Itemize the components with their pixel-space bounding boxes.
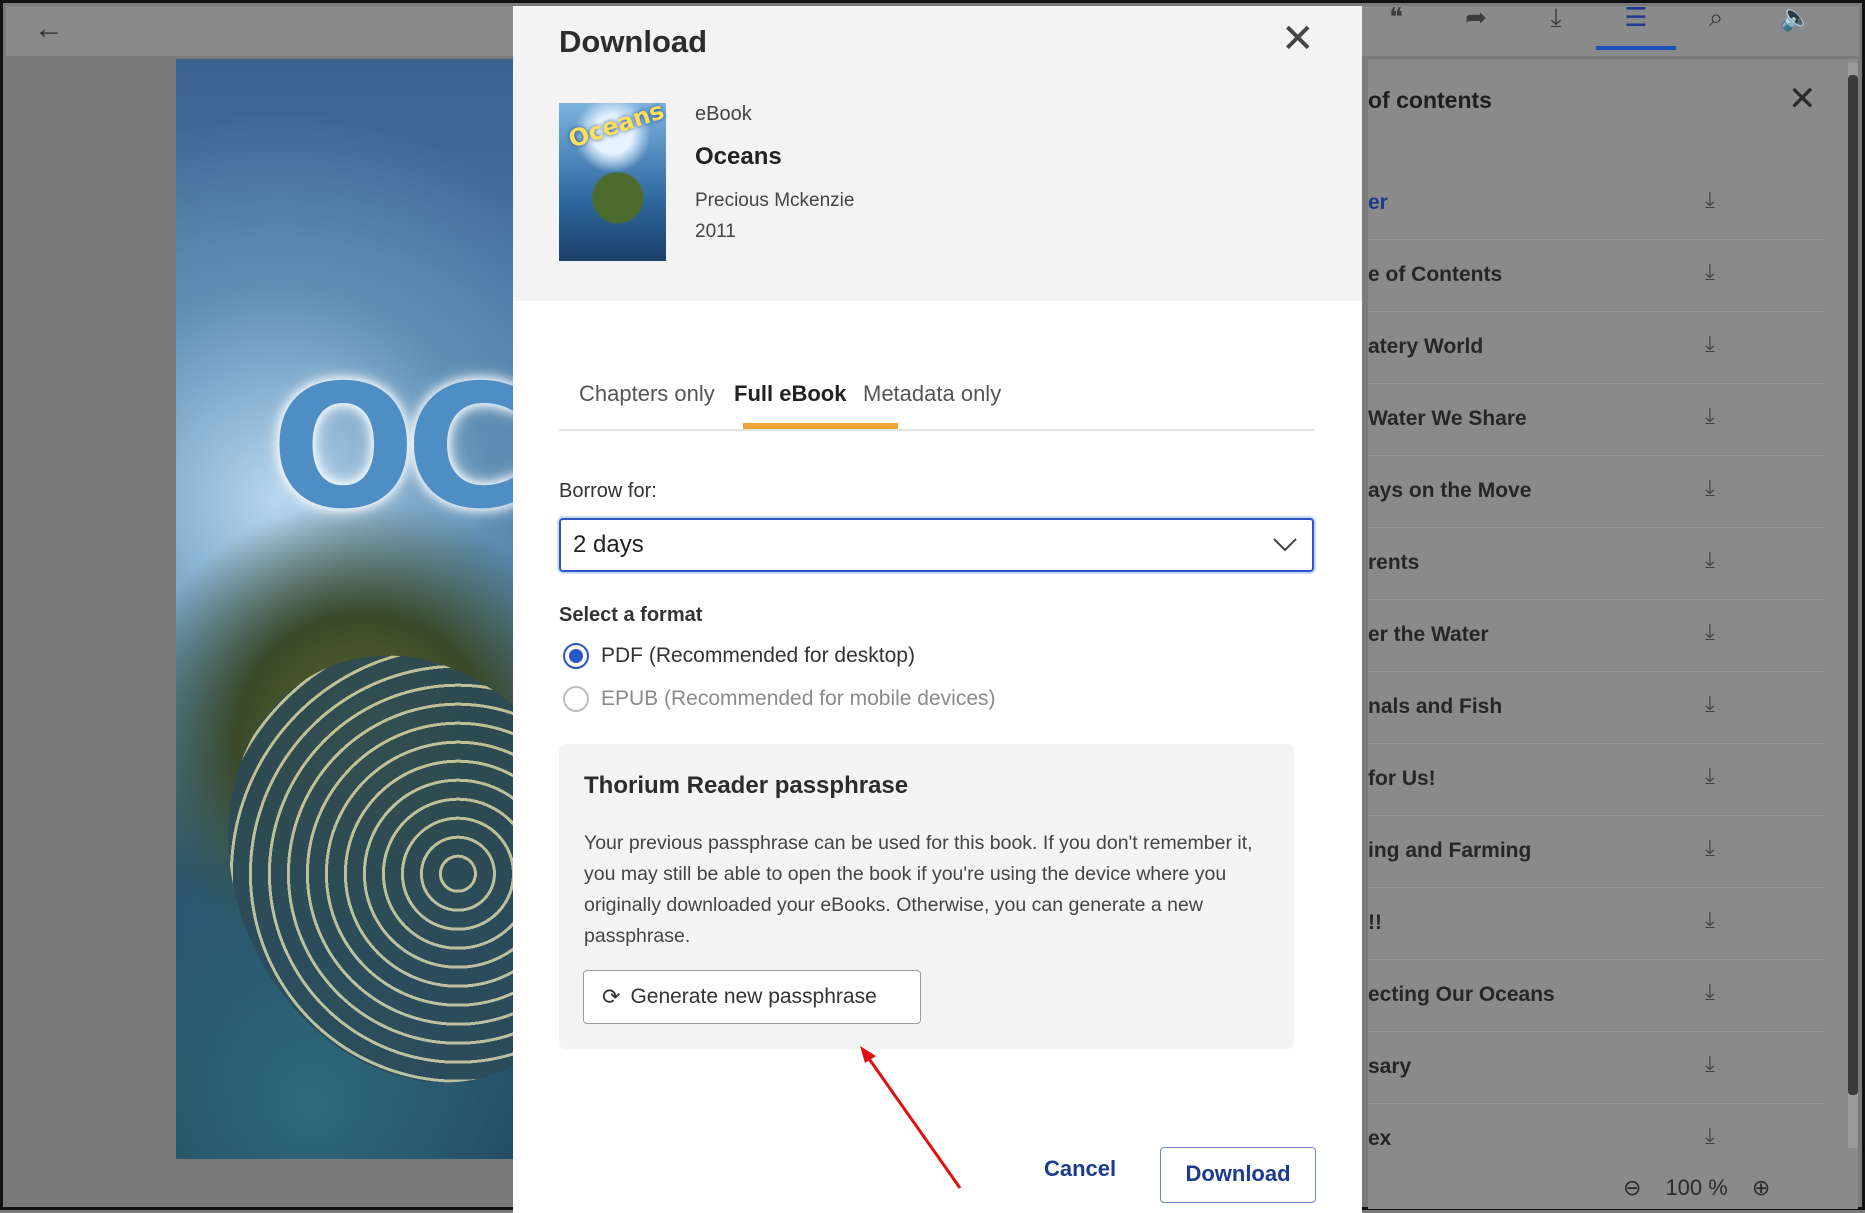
- toc-item[interactable]: sary ⤓: [1368, 1031, 1823, 1104]
- toc-item-label: nals and Fish: [1368, 695, 1503, 718]
- toc-item-label: Water We Share: [1368, 407, 1527, 430]
- toc-item[interactable]: ays on the Move ⤓: [1368, 455, 1823, 528]
- borrow-period-select[interactable]: 2 days: [559, 518, 1314, 572]
- toc-title: of contents: [1368, 87, 1492, 113]
- passphrase-title: Thorium Reader passphrase: [584, 772, 909, 799]
- toc-download-icon[interactable]: ⤓: [1705, 259, 1715, 285]
- toc-item[interactable]: atery World ⤓: [1368, 311, 1823, 384]
- zoom-in-icon[interactable]: ⊕: [1752, 1175, 1770, 1201]
- toc-item-label: er: [1368, 191, 1388, 214]
- dialog-title: Download: [559, 24, 708, 59]
- download-tabs: Chapters only Full eBook Metadata only: [559, 361, 1314, 431]
- toc-download-icon[interactable]: ⤓: [1705, 907, 1715, 933]
- close-icon[interactable]: ✕: [1281, 16, 1315, 62]
- toc-item-label: for Us!: [1368, 767, 1436, 790]
- back-arrow-icon[interactable]: ←: [34, 12, 64, 46]
- radio-pdf-label: PDF (Recommended for desktop): [601, 644, 915, 667]
- toc-close-icon[interactable]: ✕: [1788, 79, 1817, 119]
- tab-full-ebook[interactable]: Full eBook: [734, 361, 846, 427]
- toc-icon[interactable]: ☰: [1596, 4, 1676, 50]
- toc-item[interactable]: for Us! ⤓: [1368, 743, 1823, 816]
- toc-download-icon[interactable]: ⤓: [1705, 547, 1715, 573]
- refresh-icon: ⟳: [602, 984, 621, 1009]
- toc-download-icon[interactable]: ⤓: [1705, 835, 1715, 861]
- cancel-button[interactable]: Cancel: [1044, 1156, 1116, 1182]
- toc-item[interactable]: rents ⤓: [1368, 527, 1823, 600]
- toc-download-icon[interactable]: ⤓: [1705, 1123, 1715, 1149]
- toc-download-icon[interactable]: ⤓: [1705, 1051, 1715, 1077]
- book-year: 2011: [695, 221, 736, 242]
- toc-item[interactable]: !! ⤓: [1368, 887, 1823, 960]
- download-button[interactable]: Download: [1160, 1147, 1316, 1203]
- chevron-down-icon: [1273, 538, 1297, 552]
- toc-panel: of contents ✕ er ⤓ e of Contents ⤓ atery W…: [1368, 59, 1858, 1209]
- toc-item[interactable]: er the Water ⤓: [1368, 599, 1823, 672]
- book-thumbnail: Oceans: [559, 96, 667, 261]
- toc-item-label: sary: [1368, 1055, 1412, 1078]
- format-label: Select a format: [559, 604, 703, 626]
- toc-download-icon[interactable]: ⤓: [1705, 475, 1715, 501]
- format-option-epub[interactable]: EPUB (Recommended for mobile devices): [563, 683, 996, 715]
- radio-epub[interactable]: [563, 686, 589, 712]
- dialog-header: Download ✕ Oceans eBook Oceans Precious …: [513, 6, 1362, 301]
- share-icon[interactable]: ➦: [1436, 4, 1516, 46]
- borrow-period-value: 2 days: [573, 531, 644, 558]
- toc-download-icon[interactable]: ⤓: [1705, 403, 1715, 429]
- toc-item[interactable]: nals and Fish ⤓: [1368, 671, 1823, 744]
- toc-download-icon[interactable]: ⤓: [1705, 619, 1715, 645]
- download-dialog: Download ✕ Oceans eBook Oceans Precious …: [513, 6, 1362, 1213]
- book-title: Oceans: [695, 143, 782, 170]
- toc-download-icon[interactable]: ⤓: [1705, 763, 1715, 789]
- toc-scrollbar[interactable]: [1848, 63, 1858, 1148]
- toc-download-icon[interactable]: ⤓: [1705, 331, 1715, 357]
- book-cover-page: OC: [176, 59, 516, 1159]
- toc-download-icon[interactable]: ⤓: [1705, 979, 1715, 1005]
- toc-download-icon[interactable]: ⤓: [1705, 187, 1715, 213]
- screen-frame: ← ❝ ➦ ⤓ ☰ ⌕ 🔈 ● OC of contents ✕ er ⤓ e o…: [0, 0, 1865, 1213]
- toc-item-label: ex: [1368, 1127, 1392, 1150]
- toc-item[interactable]: ing and Farming ⤓: [1368, 815, 1823, 888]
- passphrase-description: Your previous passphrase can be used for…: [584, 832, 1253, 947]
- toc-item-label: er the Water: [1368, 623, 1489, 646]
- toc-item-label: !!: [1368, 911, 1382, 934]
- turtle-illustration: [176, 593, 516, 1145]
- zoom-controls: ⊖ 100 % ⊕: [1623, 1175, 1770, 1201]
- zoom-out-icon[interactable]: ⊖: [1623, 1175, 1641, 1201]
- help-icon[interactable]: ●: [1836, 6, 1865, 46]
- quote-icon[interactable]: ❝: [1356, 4, 1436, 46]
- tab-chapters-only[interactable]: Chapters only: [579, 361, 715, 427]
- generate-passphrase-button[interactable]: ⟳ Generate new passphrase: [583, 970, 921, 1024]
- toc-item-label: rents: [1368, 551, 1420, 574]
- download-icon[interactable]: ⤓: [1516, 4, 1596, 46]
- toc-item-label: ecting Our Oceans: [1368, 983, 1555, 1006]
- toc-item[interactable]: e of Contents ⤓: [1368, 239, 1823, 312]
- toc-item[interactable]: er ⤓: [1368, 167, 1823, 240]
- cover-title-fragment: OC: [271, 349, 516, 547]
- thumbnail-title: Oceans: [565, 96, 668, 154]
- audio-icon[interactable]: 🔈: [1756, 4, 1836, 46]
- tab-metadata-only[interactable]: Metadata only: [863, 361, 1001, 427]
- toc-item[interactable]: ecting Our Oceans ⤓: [1368, 959, 1823, 1032]
- toc-item-label: atery World: [1368, 335, 1484, 358]
- radio-pdf[interactable]: [563, 643, 589, 669]
- toc-item-label: e of Contents: [1368, 263, 1503, 286]
- borrow-label: Borrow for:: [559, 480, 657, 502]
- search-icon[interactable]: ⌕: [1676, 4, 1756, 46]
- generate-passphrase-label: Generate new passphrase: [630, 985, 877, 1008]
- toc-download-icon[interactable]: ⤓: [1705, 691, 1715, 717]
- book-type: eBook: [695, 103, 752, 125]
- toc-item[interactable]: ex ⤓: [1368, 1103, 1823, 1175]
- toc-item-label: ing and Farming: [1368, 839, 1532, 862]
- toc-item[interactable]: Water We Share ⤓: [1368, 383, 1823, 456]
- format-option-pdf[interactable]: PDF (Recommended for desktop): [563, 640, 915, 672]
- toc-item-label: ays on the Move: [1368, 479, 1532, 502]
- zoom-level: 100 %: [1665, 1175, 1728, 1200]
- active-tab-indicator: [743, 423, 898, 429]
- scrollbar-thumb[interactable]: [1848, 75, 1858, 1095]
- passphrase-panel: Thorium Reader passphrase Your previous …: [559, 744, 1294, 1049]
- book-author: Precious Mckenzie: [695, 190, 855, 211]
- radio-epub-label: EPUB (Recommended for mobile devices): [601, 687, 996, 710]
